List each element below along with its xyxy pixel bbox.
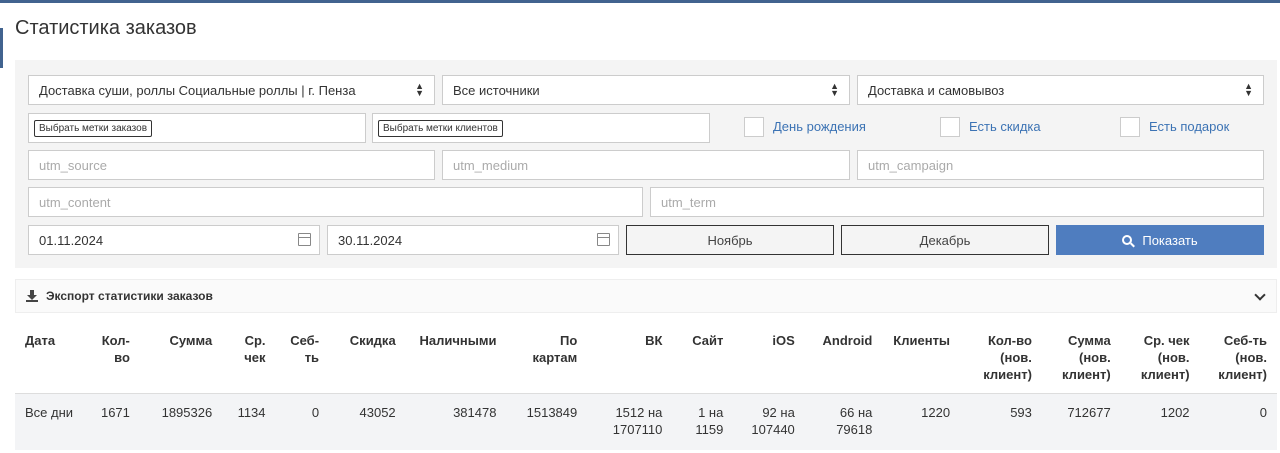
month-december-button[interactable]: Декабрь <box>841 225 1049 255</box>
export-accordion[interactable]: Экспорт статистики заказов <box>15 279 1277 313</box>
utm-term-input[interactable]: utm_term <box>650 187 1264 217</box>
restaurant-select-value: Доставка суши, роллы Социальные роллы | … <box>39 82 356 98</box>
cell-avg: 1134 <box>237 405 266 420</box>
restaurant-select[interactable]: Доставка суши, роллы Социальные роллы | … <box>28 75 435 105</box>
cell-site: 1 на 1159 <box>695 405 724 437</box>
table-row: Все дни 1671 1895326 1134 0 43052 381478… <box>15 393 1277 450</box>
cell-sum: 1895326 <box>161 405 213 420</box>
left-accent-mark <box>0 28 3 68</box>
delivery-select[interactable]: Доставка и самовывоз ▲ ▼ <box>857 75 1264 105</box>
discount-checkbox[interactable] <box>940 117 960 137</box>
utm-source-input[interactable]: utm_source <box>28 150 435 180</box>
source-select-value: Все источники <box>453 82 540 98</box>
col-sum[interactable]: Сумма <box>140 324 222 394</box>
cell-date: Все дни <box>25 405 74 420</box>
date-to-input[interactable]: 30.11.2024 <box>327 225 619 255</box>
date-from-input[interactable]: 01.11.2024 <box>28 225 320 255</box>
gift-checkbox[interactable] <box>1120 117 1140 137</box>
col-discount[interactable]: Скидка <box>329 324 406 394</box>
client-tags-button[interactable]: Выбрать метки клиентов <box>378 119 503 137</box>
col-cost[interactable]: Себ-ть <box>276 324 330 394</box>
col-new-avg[interactable]: Ср. чек (нов. клиент) <box>1121 324 1200 394</box>
col-count[interactable]: Кол-во <box>86 324 140 394</box>
col-date[interactable]: Дата <box>15 324 86 394</box>
col-cash[interactable]: Наличными <box>406 324 507 394</box>
select-arrows-icon: ▲ ▼ <box>415 81 424 98</box>
col-new-cost[interactable]: Себ-ть (нов. клиент) <box>1200 324 1277 394</box>
col-android[interactable]: Android <box>805 324 883 394</box>
export-label: Экспорт статистики заказов <box>46 289 213 303</box>
cell-count: 1671 <box>100 405 130 420</box>
birthday-checkbox[interactable] <box>744 117 764 137</box>
col-vk[interactable]: ВК <box>587 324 672 394</box>
col-new-sum[interactable]: Сумма (нов. клиент) <box>1042 324 1121 394</box>
table-header-row: Дата Кол-во Сумма Ср. чек Себ-ть Скидка … <box>15 324 1277 394</box>
delivery-select-value: Доставка и самовывоз <box>868 82 1005 98</box>
chevron-down-icon[interactable] <box>1254 289 1266 301</box>
source-select[interactable]: Все источники ▲ ▼ <box>442 75 850 105</box>
calendar-icon[interactable] <box>298 233 311 246</box>
search-icon <box>1122 235 1133 245</box>
gift-label[interactable]: Есть подарок <box>1149 119 1229 134</box>
stats-table: Дата Кол-во Сумма Ср. чек Себ-ть Скидка … <box>15 324 1277 450</box>
cell-cash: 381478 <box>453 405 497 420</box>
month-november-button[interactable]: Ноябрь <box>626 225 834 255</box>
cell-ios: 92 на 107440 <box>751 405 795 437</box>
col-new-count[interactable]: Кол-во (нов. клиент) <box>960 324 1042 394</box>
date-to-value: 30.11.2024 <box>338 232 403 248</box>
select-arrows-icon: ▲ ▼ <box>830 81 839 98</box>
cell-discount: 43052 <box>359 405 396 420</box>
cell-card: 1513849 <box>526 405 578 420</box>
order-tags-button[interactable]: Выбрать метки заказов <box>34 119 153 137</box>
cell-new-count: 593 <box>1010 405 1032 420</box>
download-icon <box>26 290 38 302</box>
cell-new-sum: 712677 <box>1067 405 1111 420</box>
col-clients[interactable]: Клиенты <box>882 324 960 394</box>
cell-vk: 1512 на 1707110 <box>612 405 663 437</box>
page-title: Статистика заказов <box>15 17 197 39</box>
col-site[interactable]: Сайт <box>672 324 733 394</box>
col-card[interactable]: По картам <box>506 324 587 394</box>
select-arrows-icon: ▲ ▼ <box>1244 81 1253 98</box>
show-button[interactable]: Показать <box>1056 225 1264 255</box>
cell-new-avg: 1202 <box>1160 405 1190 420</box>
utm-content-input[interactable]: utm_content <box>28 187 643 217</box>
cell-new-cost: 0 <box>1259 405 1267 420</box>
cell-clients: 1220 <box>921 405 951 420</box>
utm-medium-input[interactable]: utm_medium <box>442 150 850 180</box>
date-from-value: 01.11.2024 <box>39 232 104 248</box>
utm-campaign-input[interactable]: utm_campaign <box>857 150 1264 180</box>
col-avg[interactable]: Ср. чек <box>222 324 275 394</box>
order-tags-field: Выбрать метки заказов <box>28 113 366 143</box>
cell-cost: 0 <box>311 405 320 420</box>
cell-android: 66 на 79618 <box>836 405 873 437</box>
calendar-icon[interactable] <box>597 233 610 246</box>
top-accent-bar <box>0 0 1280 3</box>
col-ios[interactable]: iOS <box>733 324 804 394</box>
birthday-label[interactable]: День рождения <box>773 119 866 134</box>
discount-label[interactable]: Есть скидка <box>969 119 1041 134</box>
show-button-label: Показать <box>1142 232 1198 248</box>
client-tags-field: Выбрать метки клиентов <box>372 113 710 143</box>
